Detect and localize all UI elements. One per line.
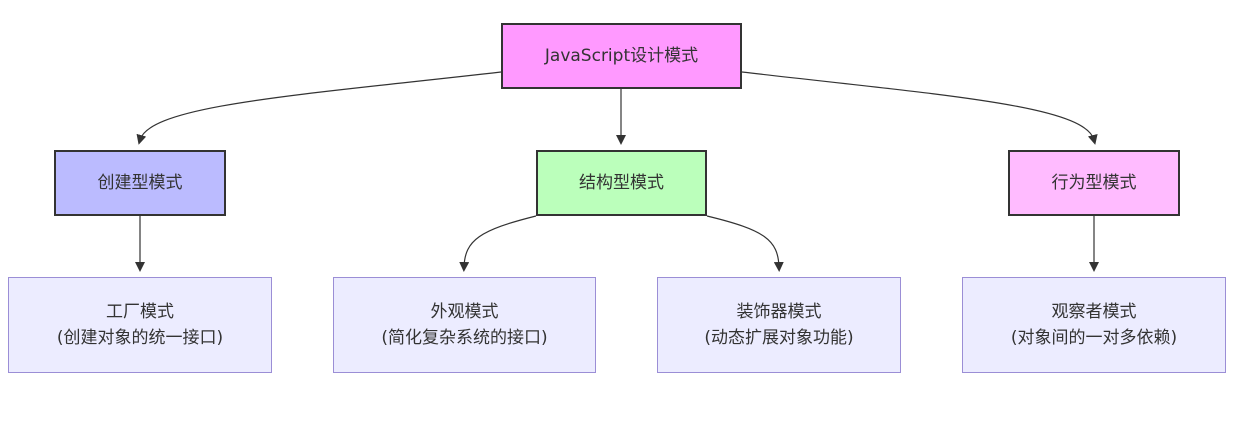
category-label: 创建型模式 (97, 173, 183, 193)
pattern-node-factory[interactable]: 工厂模式 (创建对象的统一接口) (8, 277, 272, 373)
edge-structural-to-facade (459, 215, 537, 272)
pattern-description: (创建对象的统一接口) (56, 328, 224, 348)
pattern-description: (对象间的一对多依赖) (1010, 328, 1178, 348)
edge-root-to-creational (136, 71, 502, 145)
pattern-node-observer[interactable]: 观察者模式 (对象间的一对多依赖) (962, 277, 1226, 373)
pattern-description: (动态扩展对象功能) (704, 328, 854, 348)
pattern-name: 装饰器模式 (736, 302, 822, 322)
category-label: 结构型模式 (579, 173, 664, 193)
category-node-creational[interactable]: 创建型模式 (54, 150, 226, 216)
root-label: JavaScript设计模式 (544, 46, 699, 66)
category-node-behavioral[interactable]: 行为型模式 (1008, 150, 1180, 216)
edge-structural-to-decorator (706, 215, 784, 272)
edge-root-to-behavioral (741, 71, 1098, 145)
root-node[interactable]: JavaScript设计模式 (501, 23, 742, 89)
pattern-name: 外观模式 (430, 302, 499, 322)
category-label: 行为型模式 (1051, 173, 1137, 193)
pattern-description: (简化复杂系统的接口) (381, 328, 548, 348)
design-patterns-diagram: JavaScript设计模式 创建型模式 结构型模式 行为型模式 工厂模式 (创… (0, 0, 1238, 436)
pattern-node-decorator[interactable]: 装饰器模式 (动态扩展对象功能) (657, 277, 901, 373)
pattern-name: 工厂模式 (106, 302, 174, 322)
category-node-structural[interactable]: 结构型模式 (536, 150, 707, 216)
pattern-name: 观察者模式 (1051, 302, 1137, 322)
pattern-node-facade[interactable]: 外观模式 (简化复杂系统的接口) (333, 277, 596, 373)
